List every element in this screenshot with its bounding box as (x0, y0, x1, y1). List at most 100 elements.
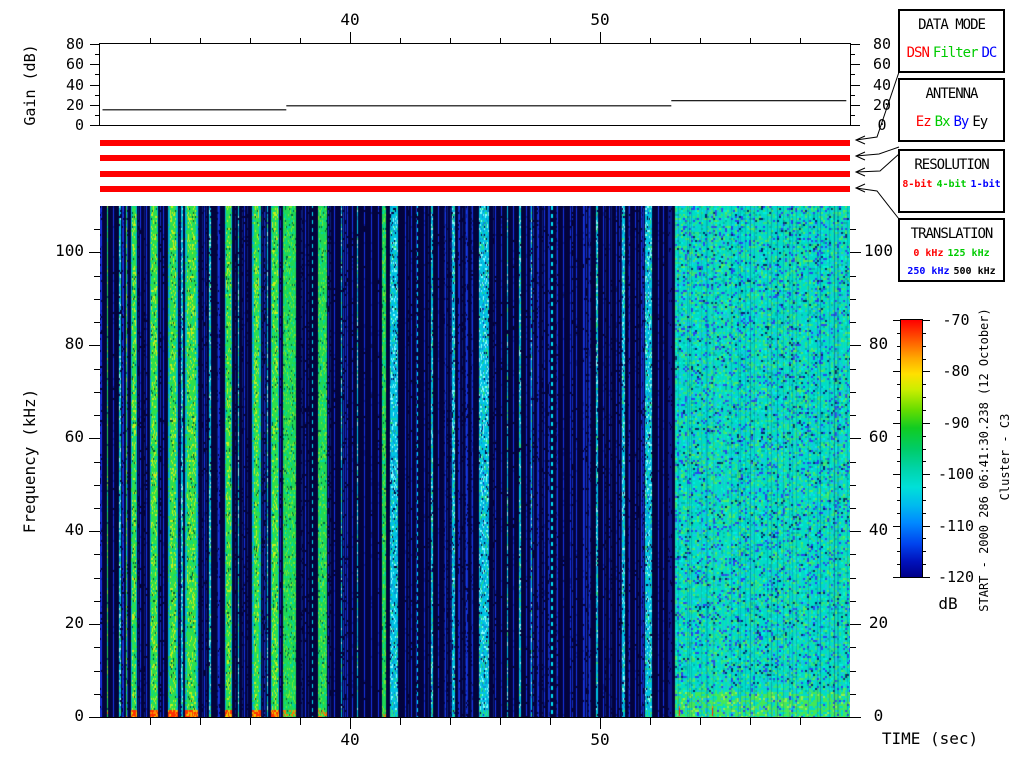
freq-ytick-minor (94, 229, 100, 230)
legend-item: 250 kHz (907, 266, 950, 277)
time-xtick-minor-bottom (300, 717, 301, 725)
wbd-spectrogram-display: Gain (dB) Frequency (kHz) 0 0 20 20 40 40 60 60… (0, 0, 1024, 768)
freq-ytick-label-right: 40 (868, 520, 889, 539)
gain-ytick-major (90, 64, 100, 65)
spectrogram-canvas (100, 206, 850, 717)
freq-ytick-label-left: 0 (74, 706, 84, 725)
colorbar-tick-major (922, 423, 930, 424)
gain-ytick-label-right: 80 (872, 35, 892, 53)
colorbar-tick-label: -120 (937, 568, 975, 586)
colorbar-tick-label: -70 (942, 311, 970, 329)
freq-ytick-major (89, 531, 100, 532)
spacecraft-annotation: Cluster - C3 (998, 413, 1012, 501)
time-xtick-label-top: 40 (340, 10, 360, 29)
time-xtick-minor-bottom (700, 717, 701, 725)
gain-ytick-label-left: 80 (65, 35, 84, 53)
legend-box-resolution: RESOLUTION 8-bit 4-bit 1-bit (898, 149, 1005, 213)
colorbar-tick-major (922, 577, 930, 578)
legend-box-line: 8-bit 4-bit 1-bit (900, 180, 1002, 190)
freq-ytick-minor (850, 508, 856, 509)
freq-ytick-minor (94, 647, 100, 648)
legend-item: Filter (932, 45, 979, 61)
freq-ytick-major (850, 624, 861, 625)
freq-ytick-minor (850, 392, 856, 393)
freq-ytick-minor (94, 671, 100, 672)
time-xtick-minor-bottom (650, 717, 651, 725)
time-xtick-major-top (600, 32, 601, 44)
legend-box-title: RESOLUTION (914, 157, 989, 173)
freq-ytick-major (850, 345, 861, 346)
freq-ytick-major (850, 531, 861, 532)
freq-ytick-major (89, 438, 100, 439)
freq-ytick-minor (850, 322, 856, 323)
gain-ytick-minor (850, 74, 855, 75)
colorbar-tick-major (922, 474, 930, 475)
freq-ytick-minor (850, 462, 856, 463)
freq-ytick-minor (94, 508, 100, 509)
colorbar (900, 319, 923, 578)
freq-ytick-major (89, 252, 100, 253)
freq-ytick-minor (850, 554, 856, 555)
freq-ytick-minor (850, 601, 856, 602)
gain-ytick-major (850, 44, 860, 45)
freq-ytick-minor (94, 485, 100, 486)
freq-ytick-minor (850, 671, 856, 672)
freq-ytick-label-left: 100 (55, 241, 84, 260)
time-xtick-minor-bottom (450, 717, 451, 725)
legend-item: Ez (915, 114, 932, 130)
antenna-bar (100, 155, 850, 161)
time-xtick-minor-top (200, 38, 201, 44)
time-axis-title: TIME (sec) (881, 729, 979, 748)
time-xtick-minor-top (550, 38, 551, 44)
time-xtick-minor-bottom (200, 717, 201, 725)
gain-ytick-major (90, 125, 100, 126)
freq-ytick-major (850, 438, 861, 439)
freq-ytick-minor (94, 554, 100, 555)
legend-item: 4-bit (936, 179, 967, 190)
time-xtick-major-top (350, 32, 351, 44)
time-xtick-major-bottom (350, 717, 351, 729)
time-xtick-minor-top (700, 38, 701, 44)
colorbar-tick-label: -80 (942, 362, 970, 380)
time-xtick-label-top: 50 (590, 10, 610, 29)
gain-axis-title: Gain (dB) (21, 44, 39, 126)
colorbar-tick-label: -100 (937, 465, 975, 483)
resolution-bar (100, 171, 850, 177)
gain-ytick-major (90, 44, 100, 45)
freq-ytick-minor (94, 578, 100, 579)
freq-ytick-minor (850, 578, 856, 579)
legend-box-title: ANTENNA (925, 86, 978, 102)
time-axis-line (100, 717, 851, 718)
freq-ytick-minor (94, 694, 100, 695)
time-xtick-label-bottom: 40 (340, 730, 360, 749)
gain-ytick-minor (95, 74, 100, 75)
freq-ytick-minor (850, 647, 856, 648)
time-xtick-minor-top (400, 38, 401, 44)
time-xtick-minor-top (250, 38, 251, 44)
legend-item: By (953, 114, 970, 130)
data-mode-bar (100, 140, 850, 146)
time-xtick-minor-top (500, 38, 501, 44)
freq-ytick-major (850, 717, 861, 718)
freq-ytick-minor (850, 299, 856, 300)
legend-item: 1-bit (970, 179, 1001, 190)
legend-box-line: 250 kHz 500 kHz (905, 267, 997, 277)
colorbar-tick-major (922, 371, 930, 372)
time-xtick-minor-bottom (150, 717, 151, 725)
freq-ytick-minor (94, 601, 100, 602)
legend-box-line: 0 kHz 125 kHz (911, 249, 991, 259)
time-xtick-label-bottom: 50 (590, 730, 610, 749)
time-xtick-minor-top (150, 38, 151, 44)
gain-ytick-major (850, 125, 860, 126)
legend-box-line: Ez Bx By Ey (914, 115, 989, 129)
spectrogram-panel (100, 206, 850, 717)
gain-ytick-major (90, 85, 100, 86)
legend-item: 125 kHz (947, 248, 990, 259)
gain-ytick-minor (850, 115, 855, 116)
gain-ytick-minor (95, 95, 100, 96)
freq-ytick-major (850, 252, 861, 253)
gain-ytick-label-left: 0 (74, 116, 84, 134)
freq-ytick-label-right: 60 (868, 427, 889, 446)
gain-ytick-label-right: 60 (872, 55, 892, 73)
gain-ytick-major (850, 85, 860, 86)
